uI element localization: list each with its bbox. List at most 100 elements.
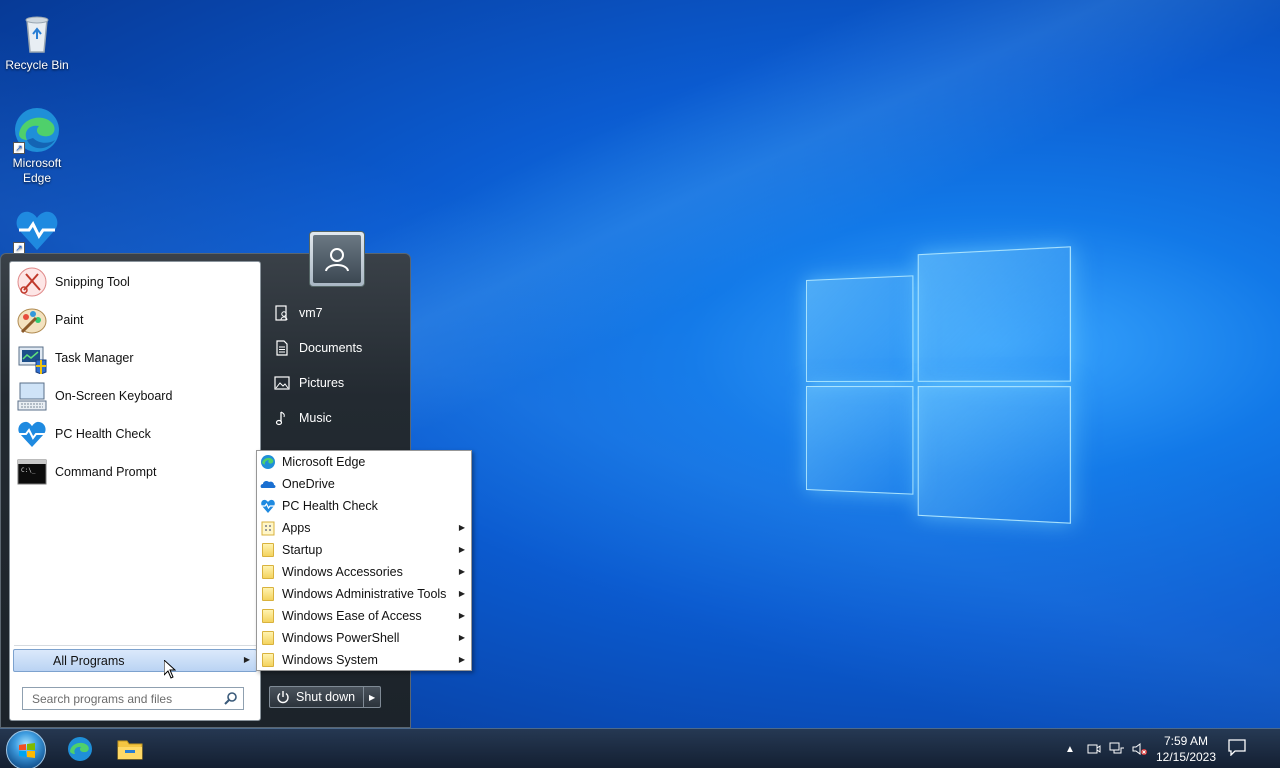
desktop-icon-recycle-bin[interactable]: Recycle Bin bbox=[1, 8, 73, 73]
search-input[interactable]: Search programs and files bbox=[22, 687, 244, 710]
edge-icon bbox=[260, 454, 276, 470]
chevron-right-icon: ▶ bbox=[458, 523, 465, 532]
desktop-icon-microsoft-edge[interactable]: ↗ Microsoft Edge bbox=[1, 106, 73, 186]
folder-icon bbox=[260, 608, 276, 624]
submenu-item-label: OneDrive bbox=[282, 477, 335, 491]
shortcut-arrow-icon: ↗ bbox=[13, 142, 25, 154]
folder-icon bbox=[260, 564, 276, 580]
shutdown-label: Shut down bbox=[296, 690, 356, 704]
recycle-bin-icon bbox=[13, 8, 61, 56]
all-programs-submenu: Microsoft Edge OneDrive PC Health Check … bbox=[256, 450, 472, 671]
shutdown-button[interactable]: Shut down bbox=[269, 686, 365, 708]
tray-meet-icon[interactable] bbox=[1086, 741, 1102, 757]
paint-icon bbox=[15, 303, 49, 337]
user-icon bbox=[325, 248, 349, 272]
start-item-label: Music bbox=[299, 411, 332, 425]
start-item-documents[interactable]: Documents bbox=[269, 334, 405, 362]
program-label: Command Prompt bbox=[55, 465, 157, 479]
taskbar-clock[interactable]: 7:59 AM 12/15/2023 bbox=[1152, 733, 1220, 765]
start-item-pictures[interactable]: Pictures bbox=[269, 369, 405, 397]
program-label: On-Screen Keyboard bbox=[55, 389, 173, 403]
start-button[interactable] bbox=[6, 730, 46, 768]
chevron-right-icon: ▶ bbox=[243, 655, 250, 664]
folder-icon bbox=[260, 630, 276, 646]
show-hidden-icons-button[interactable]: ▲ bbox=[1062, 741, 1078, 757]
tray-volume-icon[interactable] bbox=[1132, 741, 1148, 757]
program-paint[interactable]: Paint bbox=[13, 302, 257, 338]
volume-muted-icon bbox=[1132, 743, 1147, 755]
folder-icon bbox=[260, 542, 276, 558]
documents-icon bbox=[273, 340, 290, 357]
submenu-item-label: Apps bbox=[282, 521, 311, 535]
start-item-label: vm7 bbox=[299, 306, 323, 320]
all-programs-label: All Programs bbox=[53, 653, 125, 668]
submenu-item-windows-administrative-tools[interactable]: Windows Administrative Tools ▶ bbox=[258, 583, 470, 605]
submenu-item-windows-accessories[interactable]: Windows Accessories ▶ bbox=[258, 561, 470, 583]
submenu-item-label: Windows Accessories bbox=[282, 565, 403, 579]
keyboard-icon bbox=[15, 379, 49, 413]
shutdown-options-button[interactable]: ▶ bbox=[364, 686, 381, 708]
chevron-right-icon: ▶ bbox=[458, 655, 465, 664]
onedrive-icon bbox=[260, 476, 276, 492]
clock-time: 7:59 AM bbox=[1163, 734, 1209, 748]
submenu-item-windows-powershell[interactable]: Windows PowerShell ▶ bbox=[258, 627, 470, 649]
pc-health-check-icon bbox=[260, 498, 276, 514]
submenu-item-pc-health-check[interactable]: PC Health Check bbox=[258, 495, 470, 517]
music-icon bbox=[273, 410, 290, 427]
submenu-item-label: Startup bbox=[282, 543, 323, 557]
search-placeholder: Search programs and files bbox=[32, 691, 173, 706]
program-label: Paint bbox=[55, 313, 84, 327]
program-on-screen-keyboard[interactable]: On-Screen Keyboard bbox=[13, 378, 257, 414]
chevron-up-icon: ▲ bbox=[1065, 743, 1075, 755]
submenu-item-label: Windows PowerShell bbox=[282, 631, 400, 645]
tray-network-icon[interactable] bbox=[1109, 741, 1125, 757]
edge-icon: ↗ bbox=[13, 106, 61, 154]
submenu-item-windows-system[interactable]: Windows System ▶ bbox=[258, 649, 470, 671]
all-programs-button[interactable]: All Programs ▶ bbox=[13, 649, 257, 672]
program-snipping-tool[interactable]: Snipping Tool bbox=[13, 264, 257, 300]
program-label: Task Manager bbox=[55, 351, 134, 365]
chevron-right-icon: ▶ bbox=[458, 567, 465, 576]
submenu-item-label: Windows System bbox=[282, 653, 378, 667]
start-item-label: Documents bbox=[299, 341, 363, 355]
folder-icon bbox=[260, 652, 276, 668]
pc-health-check-icon bbox=[15, 417, 49, 451]
submenu-item-apps[interactable]: Apps ▶ bbox=[258, 517, 470, 539]
start-item-user-folder[interactable]: vm7 bbox=[269, 299, 405, 327]
submenu-item-label: Microsoft Edge bbox=[282, 455, 366, 469]
submenu-item-startup[interactable]: Startup ▶ bbox=[258, 539, 470, 561]
taskbar-file-explorer-button[interactable] bbox=[114, 733, 146, 765]
network-icon bbox=[1109, 742, 1124, 754]
shutdown-group: Shut down ▶ bbox=[269, 686, 381, 708]
command-prompt-icon: C:\_ bbox=[15, 455, 49, 489]
desktop-icon-pc-health-check[interactable]: ↗ bbox=[1, 206, 73, 256]
submenu-item-microsoft-edge[interactable]: Microsoft Edge bbox=[258, 451, 470, 473]
power-icon bbox=[277, 691, 289, 704]
search-icon bbox=[224, 692, 237, 705]
pc-health-check-icon: ↗ bbox=[13, 206, 61, 254]
chevron-right-icon: ▶ bbox=[458, 611, 465, 620]
program-task-manager[interactable]: Task Manager bbox=[13, 340, 257, 376]
user-avatar[interactable] bbox=[309, 231, 365, 287]
program-command-prompt[interactable]: C:\_ Command Prompt bbox=[13, 454, 257, 490]
start-item-label: Pictures bbox=[299, 376, 345, 390]
start-menu-programs-pane: Snipping Tool Paint Task Manager On-Scre… bbox=[9, 261, 261, 721]
start-item-music[interactable]: Music bbox=[269, 404, 405, 432]
apps-icon bbox=[260, 520, 276, 536]
taskbar-edge-button[interactable] bbox=[64, 733, 96, 765]
submenu-item-onedrive[interactable]: OneDrive bbox=[258, 473, 470, 495]
chevron-right-icon: ▶ bbox=[458, 545, 465, 554]
notification-center-button[interactable] bbox=[1228, 739, 1246, 757]
submenu-item-windows-ease-of-access[interactable]: Windows Ease of Access ▶ bbox=[258, 605, 470, 627]
snipping-tool-icon bbox=[15, 265, 49, 299]
program-pc-health-check[interactable]: PC Health Check bbox=[13, 416, 257, 452]
notification-icon bbox=[1228, 739, 1246, 757]
file-explorer-icon bbox=[117, 740, 143, 760]
chevron-right-icon: ▶ bbox=[458, 589, 465, 598]
desktop-icon-label: Microsoft Edge bbox=[12, 156, 62, 185]
taskbar: ▲ 7:59 AM 12/15/2023 bbox=[0, 728, 1280, 768]
mouse-cursor-icon bbox=[164, 660, 176, 679]
camera-icon bbox=[1087, 744, 1101, 754]
program-label: Snipping Tool bbox=[55, 275, 130, 289]
svg-text:C:\_: C:\_ bbox=[21, 467, 36, 474]
